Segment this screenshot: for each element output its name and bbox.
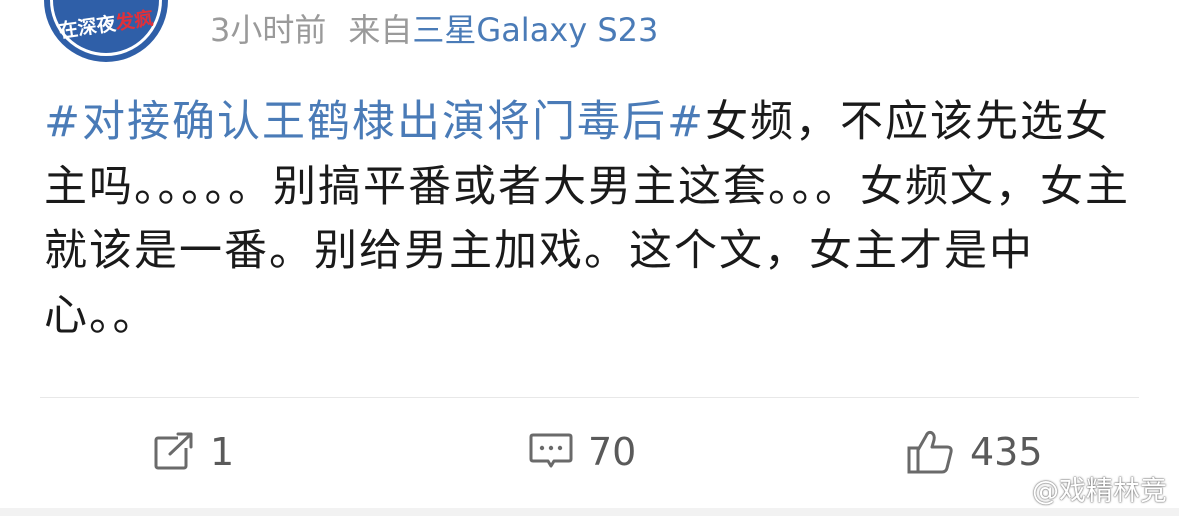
repost-button[interactable]: 1 [152, 420, 234, 484]
watermark: @戏精林竞 [998, 469, 1167, 508]
weibo-logo-icon [998, 472, 1028, 505]
comment-button[interactable]: 70 [528, 420, 636, 484]
weibo-post: 在深夜发疯 3小时前 来自三星Galaxy S23 #对接确认王鹤棣出演将门毒后#… [0, 0, 1179, 516]
post-content: #对接确认王鹤棣出演将门毒后#女频，不应该先选女主吗。。。。。别搞平番或者大男主… [44, 90, 1144, 348]
avatar-text-highlight: 发疯 [114, 7, 155, 35]
post-meta: 3小时前 来自三星Galaxy S23 [210, 6, 658, 54]
comment-count: 70 [588, 430, 637, 474]
avatar[interactable]: 在深夜发疯 [44, 0, 168, 62]
repost-count: 1 [210, 430, 235, 474]
watermark-text: @戏精林竞 [1032, 476, 1167, 507]
comment-icon [528, 430, 574, 474]
bottom-strip [0, 508, 1179, 516]
divider [40, 397, 1139, 398]
post-time: 3小时前 [210, 11, 327, 49]
source-prefix: 来自 [348, 11, 413, 49]
like-icon [906, 428, 956, 476]
device-link[interactable]: 三星Galaxy S23 [412, 11, 658, 49]
repost-icon [152, 430, 196, 474]
topic-hashtag-link[interactable]: #对接确认王鹤棣出演将门毒后# [44, 97, 705, 147]
